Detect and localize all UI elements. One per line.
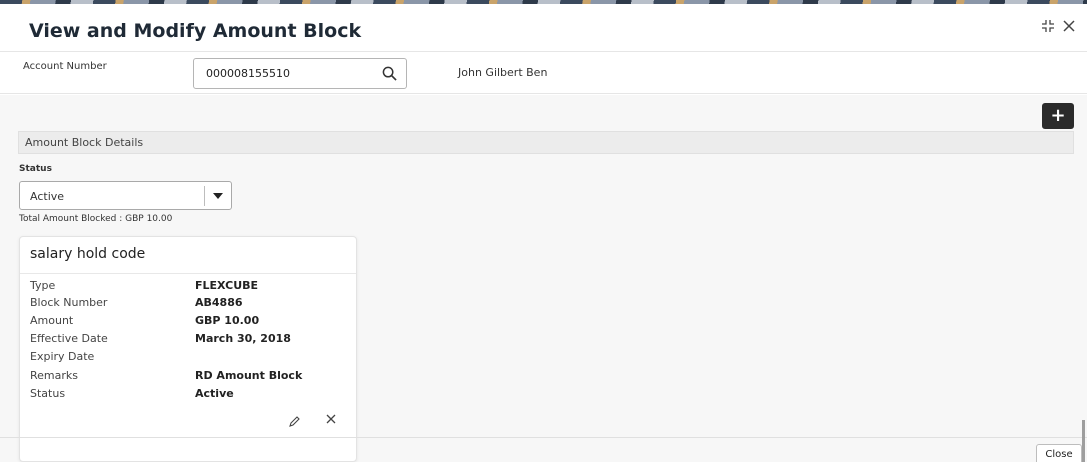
scrollbar[interactable]: [1082, 420, 1085, 462]
field-value: Active: [195, 387, 234, 400]
field-value: RD Amount Block: [195, 369, 303, 382]
search-icon[interactable]: [382, 66, 397, 81]
card-row-effective-date: Effective Date March 30, 2018: [20, 332, 356, 348]
footer-divider: [0, 437, 1087, 438]
account-number-field[interactable]: [193, 58, 407, 89]
field-value: FLEXCUBE: [195, 279, 259, 292]
card-row-amount: Amount GBP 10.00: [20, 314, 356, 330]
card-row-expiry-date: Expiry Date: [20, 350, 356, 366]
field-label: Remarks: [30, 369, 78, 382]
field-value: AB4886: [195, 296, 243, 309]
delete-close-icon[interactable]: [325, 413, 337, 429]
card-divider: [20, 273, 356, 274]
select-divider: [204, 186, 205, 206]
status-selected-value: Active: [30, 190, 65, 203]
collapse-icon[interactable]: [1041, 19, 1055, 37]
edit-pencil-icon[interactable]: [288, 415, 301, 431]
section-title: Amount Block Details: [25, 136, 144, 149]
title-bar: View and Modify Amount Block: [0, 4, 1087, 52]
status-select[interactable]: Active: [19, 181, 232, 210]
field-value: March 30, 2018: [195, 332, 291, 345]
field-label: Type: [30, 279, 56, 292]
field-label: Amount: [30, 314, 74, 327]
account-number-label: Account Number: [23, 61, 107, 72]
card-row-remarks: Remarks RD Amount Block: [20, 369, 356, 385]
field-label: Expiry Date: [30, 350, 95, 363]
total-amount-blocked: Total Amount Blocked : GBP 10.00: [19, 214, 173, 224]
chevron-down-icon[interactable]: [213, 193, 223, 199]
page-title: View and Modify Amount Block: [29, 20, 362, 42]
field-value: GBP 10.00: [195, 314, 260, 327]
field-label: Effective Date: [30, 332, 108, 345]
customer-name: John Gilbert Ben: [458, 66, 548, 79]
amount-block-card: salary hold code Type FLEXCUBE Block Num…: [19, 236, 357, 462]
close-icon[interactable]: [1062, 19, 1076, 37]
add-block-button[interactable]: +: [1042, 103, 1074, 129]
card-row-type: Type FLEXCUBE: [20, 279, 356, 295]
account-number-input[interactable]: [194, 59, 374, 88]
card-row-block-number: Block Number AB4886: [20, 296, 356, 312]
card-title: salary hold code: [30, 246, 146, 262]
account-row: Account Number John Gilbert Ben: [0, 53, 1087, 94]
plus-icon: +: [1050, 105, 1066, 126]
field-label: Status: [30, 387, 66, 400]
amount-block-details-header: Amount Block Details: [18, 131, 1074, 154]
field-label: Block Number: [30, 296, 108, 309]
card-row-status: Status Active: [20, 387, 356, 403]
close-button[interactable]: Close: [1036, 444, 1082, 462]
status-label: Status: [19, 164, 52, 174]
